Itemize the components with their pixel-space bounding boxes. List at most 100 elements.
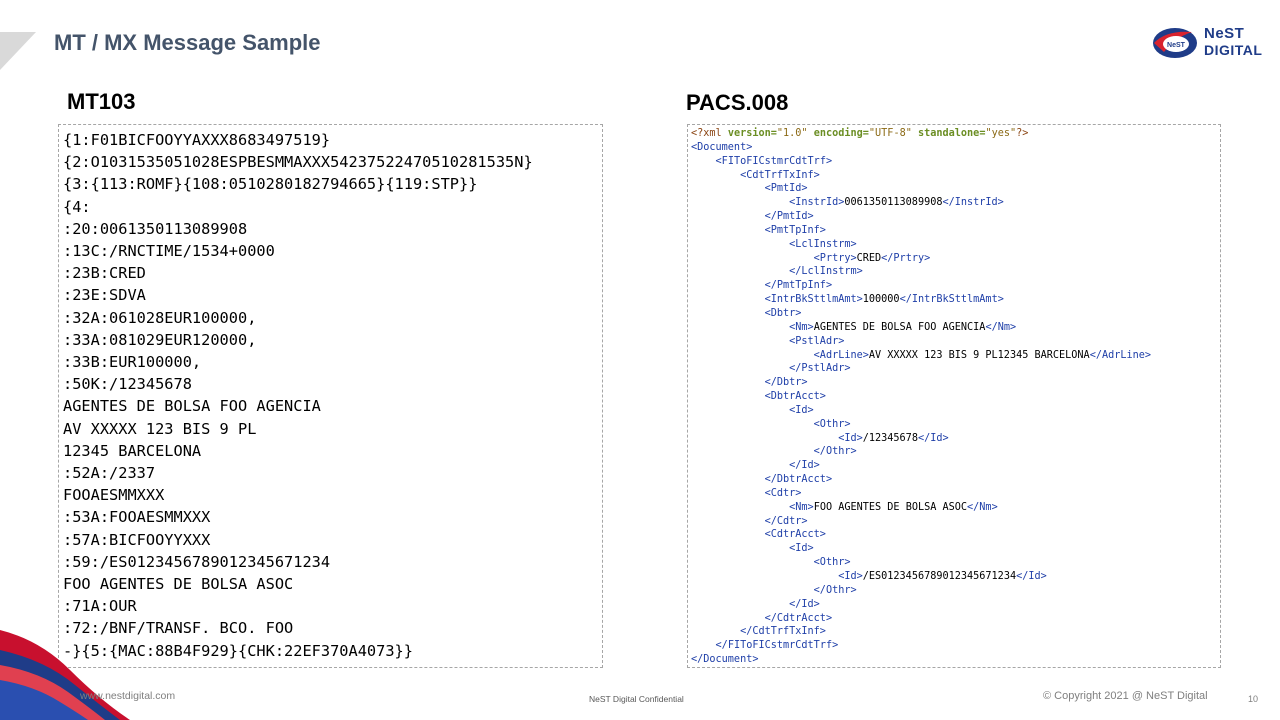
xml-open-tag: <CdtTrfTxInf> bbox=[740, 169, 820, 181]
xml-open-tag: <Id> bbox=[838, 432, 863, 444]
xml-open-tag: <Nm> bbox=[789, 321, 814, 333]
xml-close-tag: </Prtry> bbox=[881, 252, 931, 264]
mt103-line: :53A:FOOAESMMXXX bbox=[63, 508, 211, 527]
logo-line-2: DIGITAL bbox=[1204, 42, 1263, 58]
xml-line: <Nm>FOO AGENTES DE BOLSA ASOC</Nm> bbox=[691, 501, 1220, 515]
xml-line: <Nm>AGENTES DE BOLSA FOO AGENCIA</Nm> bbox=[691, 321, 1220, 335]
logo-emblem-icon: NeST bbox=[1153, 28, 1197, 58]
pacs008-xml-box: <?xml version="1.0" encoding="UTF-8" sta… bbox=[687, 124, 1221, 668]
xml-open-tag: <Nm> bbox=[789, 501, 814, 513]
xml-line: </Cdtr> bbox=[691, 515, 1220, 529]
logo-emblem-text: NeST bbox=[1167, 42, 1186, 49]
xml-open-tag: <Document> bbox=[691, 141, 753, 153]
xml-text-value: 0061350113089908 bbox=[844, 197, 943, 209]
xml-open-tag: <AdrLine> bbox=[813, 349, 869, 361]
xml-open-tag: </FIToFICstmrCdtTrf> bbox=[715, 640, 839, 652]
mt103-line: :23B:CRED bbox=[63, 264, 146, 283]
xml-line: </Id> bbox=[691, 459, 1220, 473]
xml-open-tag: <LclInstrm> bbox=[789, 238, 857, 250]
mt103-line: 12345 BARCELONA bbox=[63, 441, 202, 460]
mt103-line: -}{5:{MAC:88B4F929}{CHK:22EF370A4073}} bbox=[63, 641, 413, 660]
xml-line: <PstlAdr> bbox=[691, 335, 1220, 349]
xml-open-tag: <Id> bbox=[789, 543, 814, 555]
mt103-line: FOO AGENTES DE BOLSA ASOC bbox=[63, 575, 294, 594]
footer-website: www.nestdigital.com bbox=[80, 690, 176, 702]
mt103-line: :59:/ES0123456789012345671234 bbox=[63, 552, 331, 571]
xml-text-value: AGENTES DE BOLSA FOO AGENCIA bbox=[813, 321, 986, 333]
xml-line: <IntrBkSttlmAmt>100000</IntrBkSttlmAmt> bbox=[691, 293, 1220, 307]
xml-line: </DbtrAcct> bbox=[691, 473, 1220, 487]
logo-wordmark: NeST DIGITAL bbox=[1204, 25, 1263, 59]
xml-line: <Id> bbox=[691, 542, 1220, 556]
xml-line: </Id> bbox=[691, 598, 1220, 612]
mt103-line: AGENTES DE BOLSA FOO AGENCIA bbox=[63, 397, 321, 416]
xml-line: <Document> bbox=[691, 141, 1220, 155]
xml-open-tag: <PmtId> bbox=[764, 183, 808, 195]
mt103-line: :20:0061350113089908 bbox=[63, 219, 248, 238]
xml-close-tag: </InstrId> bbox=[942, 197, 1004, 209]
xml-line: <Dbtr> bbox=[691, 307, 1220, 321]
xml-line: <FIToFICstmrCdtTrf> bbox=[691, 155, 1220, 169]
mt103-message-box: {1:F01BICFOOYYAXXX8683497519} {2:O1031535… bbox=[58, 124, 603, 668]
footer-confidential: NeST Digital Confidential bbox=[589, 694, 684, 704]
xml-line: <CdtrAcct> bbox=[691, 528, 1220, 542]
xml-line: <LclInstrm> bbox=[691, 238, 1220, 252]
xml-open-tag: <Prtry> bbox=[813, 252, 857, 264]
xml-open-tag: </DbtrAcct> bbox=[764, 474, 833, 486]
logo-line-1: NeST bbox=[1204, 25, 1245, 42]
xml-open-tag: <CdtrAcct> bbox=[764, 529, 826, 541]
xml-text-value: CRED bbox=[856, 252, 882, 264]
xml-open-tag: <Id> bbox=[789, 404, 814, 416]
xml-close-tag: </AdrLine> bbox=[1089, 349, 1152, 361]
xml-line: <Prtry>CRED</Prtry> bbox=[691, 252, 1220, 266]
xml-line: </Dbtr> bbox=[691, 376, 1220, 390]
xml-line: </PstlAdr> bbox=[691, 362, 1220, 376]
xml-line: </CdtTrfTxInf> bbox=[691, 625, 1220, 639]
xml-line: <Id>/ES0123456789012345671234</Id> bbox=[691, 570, 1220, 584]
xml-open-tag: </CdtTrfTxInf> bbox=[740, 626, 826, 638]
mt103-line: {2:O1031535051028ESPBESMMAXXX54237522470… bbox=[63, 153, 533, 172]
xml-close-tag: </IntrBkSttlmAmt> bbox=[899, 294, 1004, 306]
xml-open-tag: <PmtTpInf> bbox=[764, 224, 826, 236]
decorative-wave bbox=[0, 630, 130, 720]
xml-open-tag: </Id> bbox=[789, 598, 820, 610]
xml-open-tag: <IntrBkSttlmAmt> bbox=[764, 294, 863, 306]
xml-open-tag: </PmtId> bbox=[764, 211, 814, 223]
mt103-line: FOOAESMMXXX bbox=[63, 486, 165, 505]
xml-line: </Othr> bbox=[691, 584, 1220, 598]
xml-line: <Id>/12345678</Id> bbox=[691, 432, 1220, 446]
mt103-line: AV XXXXX 123 BIS 9 PL bbox=[63, 419, 257, 438]
xml-line: <Othr> bbox=[691, 556, 1220, 570]
xml-open-tag: </Dbtr> bbox=[764, 377, 808, 389]
mt103-line: :72:/BNF/TRANSF. BCO. FOO bbox=[63, 619, 294, 638]
xml-open-tag: <FIToFICstmrCdtTrf> bbox=[715, 155, 833, 167]
corner-decoration bbox=[0, 32, 36, 70]
xml-open-tag: </CdtrAcct> bbox=[764, 612, 833, 624]
xml-close-tag: </Id> bbox=[917, 432, 949, 444]
xml-open-tag: <Id> bbox=[838, 571, 863, 582]
mt103-line: :13C:/RNCTIME/1534+0000 bbox=[63, 242, 275, 261]
mt103-line: {4: bbox=[63, 197, 91, 216]
slide-title: MT / MX Message Sample bbox=[54, 30, 321, 55]
xml-line: </FIToFICstmrCdtTrf> bbox=[691, 639, 1220, 653]
mt103-line: :33A:081029EUR120000, bbox=[63, 330, 257, 349]
xml-text-value: AV XXXXX 123 BIS 9 PL12345 BARCELONA bbox=[868, 349, 1090, 361]
xml-open-tag: </Cdtr> bbox=[764, 515, 808, 527]
mt103-line: :33B:EUR100000, bbox=[63, 353, 202, 372]
xml-open-tag: </PstlAdr> bbox=[789, 363, 851, 375]
xml-line: <CdtTrfTxInf> bbox=[691, 169, 1220, 183]
mt103-line: :57A:BICFOOYYXXX bbox=[63, 530, 211, 549]
mt103-line: :32A:061028EUR100000, bbox=[63, 308, 257, 327]
xml-line: <InstrId>0061350113089908</InstrId> bbox=[691, 196, 1220, 210]
xml-line: </Othr> bbox=[691, 445, 1220, 459]
xml-line: <Cdtr> bbox=[691, 487, 1220, 501]
mt103-heading: MT103 bbox=[67, 89, 136, 114]
xml-line: <PmtTpInf> bbox=[691, 224, 1220, 238]
mt103-line: {3:{113:ROMF}{108:0510280182794665}{119:… bbox=[63, 175, 478, 194]
xml-open-tag: </LclInstrm> bbox=[789, 266, 863, 278]
xml-line: <PmtId> bbox=[691, 182, 1220, 196]
xml-open-tag: <InstrId> bbox=[789, 197, 845, 209]
xml-close-tag: </Nm> bbox=[967, 501, 998, 513]
footer-copyright: © Copyright 2021 @ NeST Digital bbox=[1043, 690, 1208, 702]
xml-close-tag: </Id> bbox=[1016, 571, 1047, 582]
